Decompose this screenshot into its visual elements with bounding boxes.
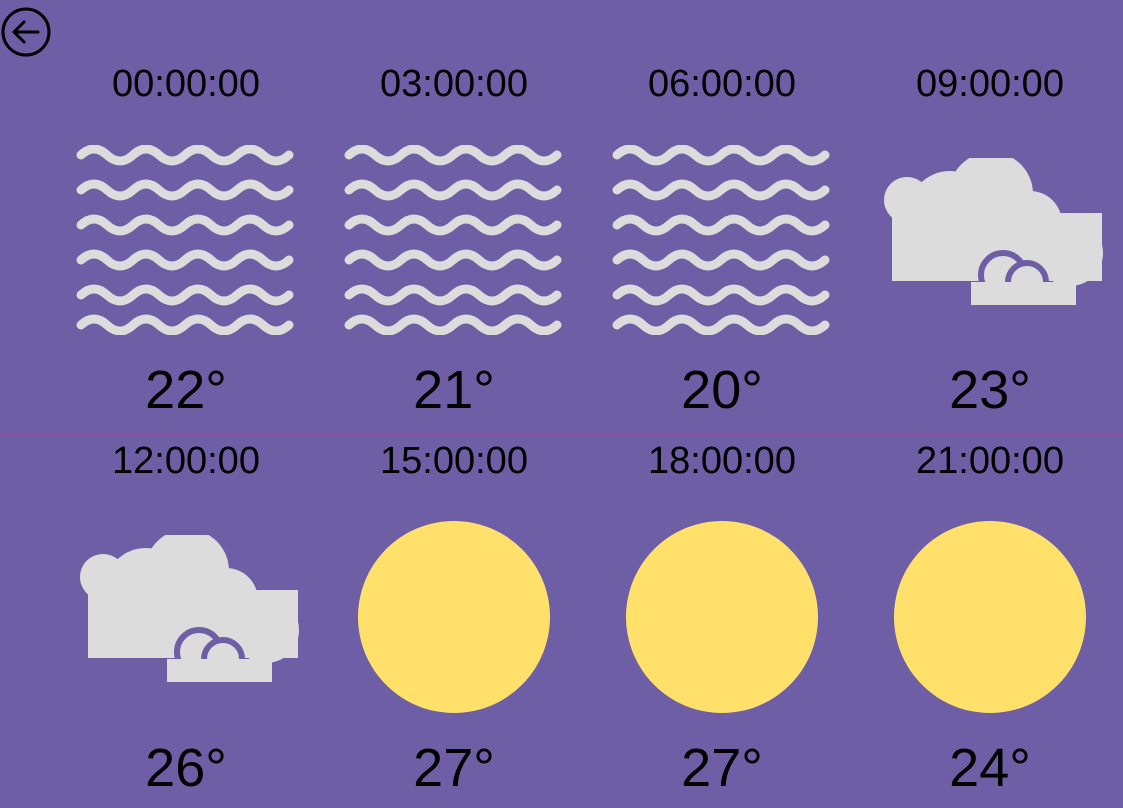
forecast-time: 12:00:00 [112, 440, 260, 482]
back-button[interactable] [1, 7, 51, 57]
arrow-left-circle-icon [1, 7, 51, 57]
row-divider [0, 434, 1123, 435]
sun-icon [626, 521, 818, 713]
sun-icon [358, 521, 550, 713]
forecast-temp: 27° [681, 738, 763, 798]
clouds-icon [71, 535, 301, 685]
forecast-cell: 15:00:00 27° [320, 0, 588, 796]
forecast-cell: 18:00:00 27° [588, 0, 856, 796]
forecast-time: 18:00:00 [648, 440, 796, 482]
forecast-time: 15:00:00 [380, 440, 528, 482]
forecast-time: 21:00:00 [916, 440, 1064, 482]
forecast-temp: 24° [949, 738, 1031, 798]
sun-icon [894, 521, 1086, 713]
forecast-temp: 26° [145, 738, 227, 798]
forecast-cell: 12:00:00 26° [52, 0, 320, 796]
forecast-temp: 27° [413, 738, 495, 798]
forecast-cell: 21:00:00 24° [856, 0, 1123, 796]
